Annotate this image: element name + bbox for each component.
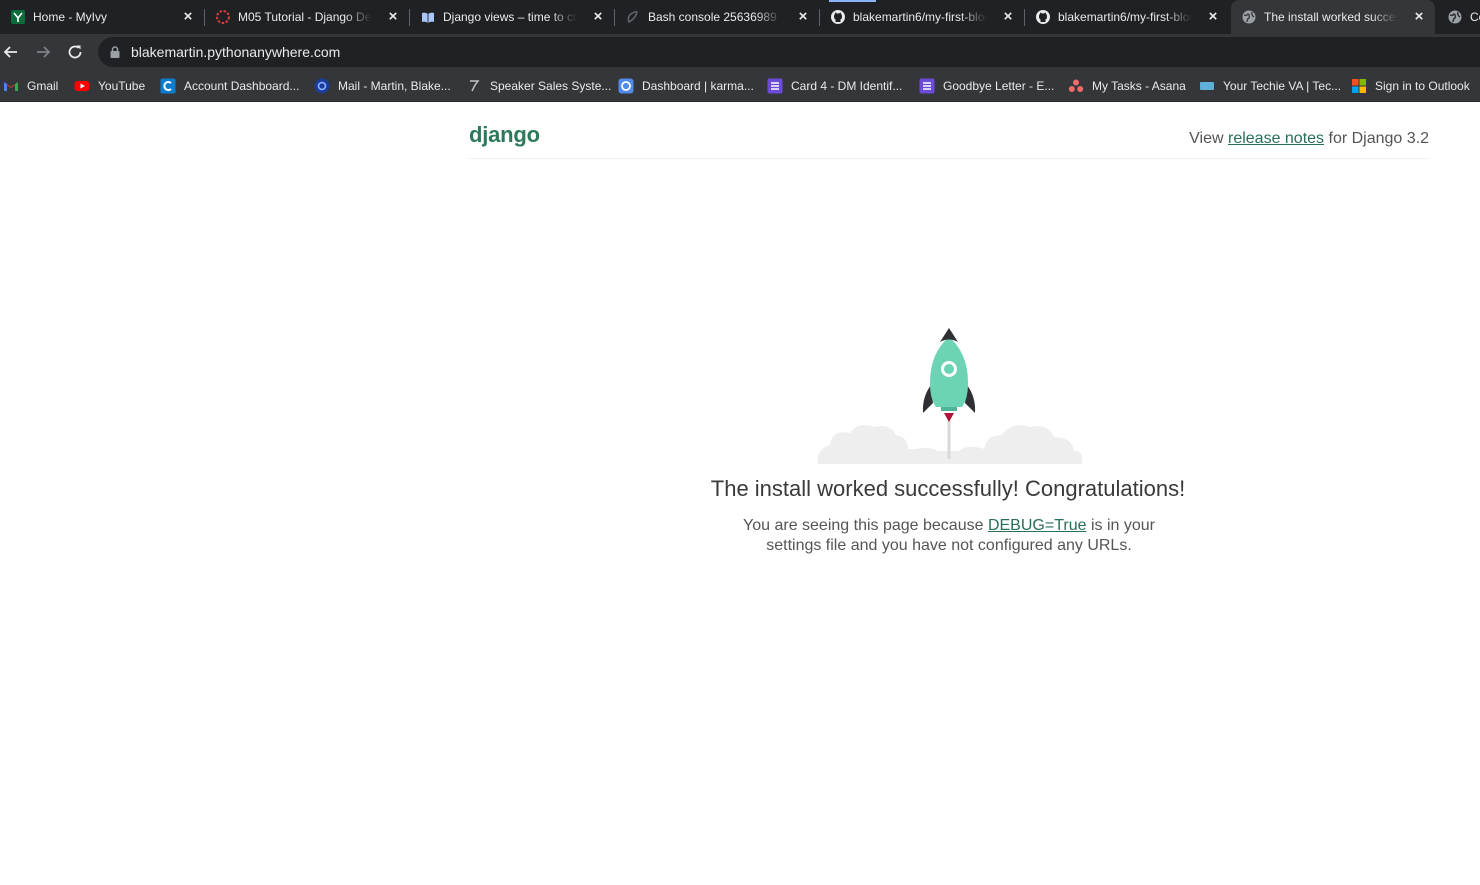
close-tab-icon[interactable]: ×	[1205, 9, 1221, 25]
bookmark-label: My Tasks - Asana	[1092, 79, 1186, 93]
tab-home-myivy[interactable]: Home - MyIvy ×	[0, 0, 205, 34]
close-tab-icon[interactable]: ×	[590, 9, 606, 25]
microsoft-icon	[1351, 78, 1367, 94]
tab-partial[interactable]: Co	[1437, 0, 1480, 34]
karma-icon	[618, 78, 634, 94]
tab-strip: Home - MyIvy × M05 Tutorial - Django Dep…	[0, 0, 1480, 34]
bookmarks-bar: Gmail YouTube Account Dashboard... Mail …	[0, 70, 1480, 102]
tab-github-blog-2[interactable]: blakemartin6/my-first-blog ×	[1025, 0, 1229, 34]
bookmark-gmail[interactable]: Gmail	[3, 70, 59, 101]
tab-title: blakemartin6/my-first-blog	[853, 10, 987, 24]
bookmark-karma-dashboard[interactable]: Dashboard | karma...	[618, 70, 754, 101]
rocket-icon	[817, 328, 1083, 464]
forward-button[interactable]	[29, 38, 57, 66]
globe-icon	[1241, 9, 1257, 25]
asana-icon	[1068, 78, 1084, 94]
page-headline: The install worked successfully! Congrat…	[710, 476, 1186, 501]
tab-title: Bash console 25636989 : blakemartin	[648, 10, 782, 24]
canvas-icon	[215, 9, 231, 25]
tab-title: M05 Tutorial - Django Deployment	[238, 10, 372, 24]
bookmark-account-dashboard[interactable]: Account Dashboard...	[160, 70, 300, 101]
tab-title: Django views – time to create!	[443, 10, 577, 24]
lock-icon[interactable]	[108, 45, 122, 59]
tab-django-views[interactable]: Django views – time to create! ×	[410, 0, 615, 34]
reload-button[interactable]	[61, 38, 89, 66]
bookmark-label: YouTube	[98, 79, 146, 93]
bookmark-goodbye-letter[interactable]: Goodbye Letter - E...	[919, 70, 1055, 101]
bookmark-mail-martin[interactable]: Mail - Martin, Blake...	[314, 70, 451, 101]
youtube-icon	[74, 78, 90, 94]
bookmark-label: Speaker Sales Syste...	[490, 79, 612, 93]
tab-title: Co	[1470, 10, 1480, 24]
release-notes-link[interactable]: release notes	[1228, 130, 1324, 147]
list-icon	[767, 78, 783, 94]
debug-explanation: You are seeing this page because DEBUG=T…	[730, 516, 1168, 556]
close-tab-icon[interactable]: ×	[180, 9, 196, 25]
github-icon	[830, 9, 846, 25]
close-tab-icon[interactable]: ×	[1411, 9, 1427, 25]
url-text[interactable]: blakemartin.pythonanywhere.com	[131, 44, 340, 60]
bookmark-label: Goodbye Letter - E...	[943, 79, 1055, 93]
globe-icon	[1447, 9, 1463, 25]
rocket-illustration	[816, 325, 1084, 465]
debug-true-link[interactable]: DEBUG=True	[988, 517, 1087, 534]
bookmark-label: Dashboard | karma...	[642, 79, 754, 93]
bookmark-label: Gmail	[27, 79, 59, 93]
bookmark-speaker-sales[interactable]: Speaker Sales Syste...	[466, 70, 612, 101]
ivy-icon	[10, 9, 26, 25]
bookmark-label: Your Techie VA | Tec...	[1223, 79, 1342, 93]
browser-toolbar: blakemartin.pythonanywhere.com	[0, 34, 1480, 70]
github-icon	[1035, 9, 1051, 25]
tab-title: blakemartin6/my-first-blog	[1058, 10, 1192, 24]
list-icon	[919, 78, 935, 94]
notes-prefix: View	[1189, 130, 1228, 147]
tab-title: The install worked successfully!	[1264, 10, 1398, 24]
tab-install-worked[interactable]: The install worked successfully! ×	[1231, 0, 1435, 34]
bookmark-outlook[interactable]: Sign in to Outlook	[1351, 70, 1470, 101]
book-icon	[420, 9, 436, 25]
tab-bash-console[interactable]: Bash console 25636989 : blakemartin ×	[615, 0, 820, 34]
speaker-icon	[466, 78, 482, 94]
bookmark-youtube[interactable]: YouTube	[74, 70, 146, 101]
django-logo[interactable]: django	[469, 122, 540, 148]
account-icon	[160, 78, 176, 94]
bookmark-asana[interactable]: My Tasks - Asana	[1068, 70, 1186, 101]
close-tab-icon[interactable]: ×	[385, 9, 401, 25]
close-tab-icon[interactable]: ×	[795, 9, 811, 25]
release-notes-text: View release notes for Django 3.2	[1189, 130, 1429, 148]
address-bar[interactable]: blakemartin.pythonanywhere.com	[98, 37, 1480, 67]
arrow-left-icon	[3, 46, 17, 58]
arrow-right-icon	[37, 46, 51, 58]
django-header: django View release notes for Django 3.2	[469, 103, 1429, 159]
mail-icon	[314, 78, 330, 94]
bookmark-card-4[interactable]: Card 4 - DM Identif...	[767, 70, 903, 101]
bookmark-label: Card 4 - DM Identif...	[791, 79, 903, 93]
bookmark-label: Sign in to Outlook	[1375, 79, 1470, 93]
tab-m05-tutorial[interactable]: M05 Tutorial - Django Deployment ×	[205, 0, 410, 34]
python-icon	[625, 9, 641, 25]
notes-suffix: for Django 3.2	[1324, 130, 1429, 147]
close-tab-icon[interactable]: ×	[1000, 9, 1016, 25]
sub-prefix: You are seeing this page because	[743, 517, 988, 534]
reload-icon	[68, 45, 82, 59]
tab-title: Home - MyIvy	[33, 10, 108, 24]
techie-icon	[1199, 78, 1215, 94]
bookmark-label: Account Dashboard...	[184, 79, 300, 93]
back-button[interactable]	[0, 38, 25, 66]
tab-github-blog-1[interactable]: blakemartin6/my-first-blog ×	[820, 0, 1025, 34]
page-content: django View release notes for Django 3.2	[0, 103, 1480, 885]
gmail-icon	[3, 78, 19, 94]
bookmark-label: Mail - Martin, Blake...	[338, 79, 451, 93]
bookmark-techie-va[interactable]: Your Techie VA | Tec...	[1199, 70, 1342, 101]
